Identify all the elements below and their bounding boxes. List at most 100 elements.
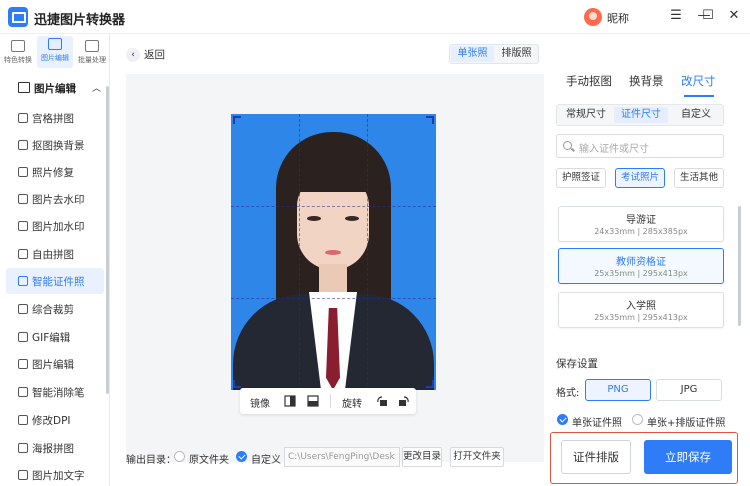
id-photo-preview[interactable] [231,114,436,390]
rotate-label: 旋转 [342,399,362,410]
guide-line [231,298,436,299]
size-type-tabs: 常规尺寸 证件尺寸 自定义 [556,104,724,126]
size-card-enrollment[interactable]: 入学照 25x35mm | 295x413px [558,292,724,328]
crop-handle-icon[interactable] [233,116,241,124]
sidebar-item-image-edit[interactable]: 图片编辑 [6,351,104,377]
right-panel: 手动抠图 换背景 改尺寸 常规尺寸 证件尺寸 自定义 输入证件或尺寸 护照签证 … [548,34,750,486]
sidebar-item-crop[interactable]: 综合裁剪 [6,296,104,322]
tab-image-edit[interactable]: 图片编辑 [37,36,73,68]
app-title: 迅捷图片转换器 [34,13,126,28]
tab-id-size[interactable]: 证件尺寸 [614,107,668,123]
cutout-icon [18,140,28,150]
eraser-icon [18,387,28,397]
nickname[interactable]: 昵称 [607,10,629,26]
tab-resize[interactable]: 改尺寸 [681,73,716,89]
sidebar-item-grid-collage[interactable]: 宫格拼图 [6,105,104,131]
sidebar-item-poster[interactable]: 海报拼图 [6,435,104,461]
size-card-tour-guide[interactable]: 导游证 24x33mm | 285x385px [558,206,724,242]
dpi-icon [18,415,28,425]
sidebar-item-cutout[interactable]: 抠图换背景 [6,132,104,158]
rotate-right-icon[interactable] [398,395,410,407]
chip-passport-visa[interactable]: 护照签证 [556,168,606,188]
mirror-horizontal-icon[interactable] [284,395,296,407]
output-directory-row: 输出目录： 原文件夹 自定义 C:\Users\FengPing\Desk 更改… [126,446,544,468]
gif-icon [18,332,28,342]
guide-line [299,114,300,390]
format-png-button[interactable]: PNG [585,379,651,401]
crop-handle-icon[interactable] [426,380,434,388]
change-directory-button[interactable]: 更改目录 [402,447,442,467]
custom-folder-label: 自定义 [251,455,281,466]
collage-icon [18,249,28,259]
sidebar-item-free-collage[interactable]: 自由拼图 [6,241,104,267]
sidebar-item-remove-watermark[interactable]: 图片去水印 [6,186,104,212]
grid-icon [18,113,28,123]
format-label: 格式: [556,388,580,399]
repair-icon [18,167,28,177]
sidebar-item-add-text[interactable]: 图片加文字 [6,462,104,486]
radio-single-plus-layout[interactable] [632,414,643,425]
tab-layout-photo[interactable]: 排版照 [495,46,538,62]
radio-single-photo[interactable] [557,414,568,425]
tab-common-size[interactable]: 常规尺寸 [559,107,613,123]
main-area: ‹ 返回 单张照 排版照 镜像 旋转 输出目录： 原文件夹 自定义 C:\Use… [110,34,548,486]
photo-toolbar: 镜像 旋转 [240,388,416,414]
tab-batch[interactable]: 批量处理 [74,38,110,65]
section-image-edit[interactable]: 图片编辑 ︿ [0,76,110,100]
save-now-button[interactable]: 立即保存 [644,440,732,474]
size-search-input[interactable]: 输入证件或尺寸 [556,134,724,158]
tab-special-convert[interactable]: 特色转换 [0,38,36,65]
maximize-icon[interactable]: ☐ [700,8,716,24]
guide-line [231,206,436,207]
chevron-left-icon: ‹ [126,47,140,62]
sidebar-scrollbar[interactable] [106,86,109,394]
original-folder-label: 原文件夹 [189,455,229,466]
chip-exam-photo[interactable]: 考试照片 [615,168,665,188]
image-edit-section-icon [18,82,30,93]
sidebar-item-eraser[interactable]: 智能消除笔 [6,379,104,405]
mirror-label: 镜像 [250,399,270,410]
right-tabs: 手动抠图 换背景 改尺寸 [548,70,750,97]
tab-manual-cutout[interactable]: 手动抠图 [566,73,612,89]
title-bar: 迅捷图片转换器 昵称 ☰ — ☐ ✕ [0,0,750,34]
tab-change-background[interactable]: 换背景 [629,73,664,89]
chevron-up-icon: ︿ [92,84,102,94]
text-icon [18,470,28,480]
rotate-left-icon[interactable] [376,395,388,407]
add-watermark-icon [18,221,28,231]
close-icon[interactable]: ✕ [726,8,742,24]
id-photo-icon [18,276,28,286]
remove-watermark-icon [18,194,28,204]
output-label: 输出目录： [126,455,176,466]
avatar[interactable] [584,8,602,26]
output-path-field[interactable]: C:\Users\FengPing\Desk [284,447,400,467]
id-layout-button[interactable]: 证件排版 [561,440,631,474]
convert-icon [11,40,25,52]
crop-handle-icon[interactable] [233,380,241,388]
menu-icon[interactable]: ☰ [668,8,684,24]
mode-switch: 单张照 排版照 [449,44,539,64]
save-settings-title: 保存设置 [556,358,598,370]
active-tab-indicator [684,95,714,97]
sidebar-item-photo-repair[interactable]: 照片修复 [6,159,104,185]
sidebar-item-id-photo[interactable]: 智能证件照 [6,268,104,294]
poster-icon [18,443,28,453]
tab-single-photo[interactable]: 单张照 [451,46,494,62]
sidebar-item-gif-edit[interactable]: GIF编辑 [6,324,104,350]
format-jpg-button[interactable]: JPG [656,379,722,401]
radio-original-folder[interactable] [174,451,185,462]
open-folder-button[interactable]: 打开文件夹 [450,447,504,467]
size-list-scrollbar[interactable] [738,206,741,326]
mirror-vertical-icon[interactable] [307,395,319,407]
tab-custom-size[interactable]: 自定义 [669,107,723,123]
crop-handle-icon[interactable] [426,116,434,124]
chip-life-other[interactable]: 生活其他 [674,168,724,188]
crop-icon [18,304,28,314]
back-button[interactable]: ‹ 返回 [126,47,165,62]
size-card-teacher[interactable]: 教师资格证 25x35mm | 295x413px [558,248,724,284]
single-photo-label: 单张证件照 [572,418,622,429]
radio-custom-folder[interactable] [236,451,247,462]
sidebar-item-add-watermark[interactable]: 图片加水印 [6,213,104,239]
sidebar-item-dpi[interactable]: 修改DPI [6,407,104,433]
sidebar: 特色转换 图片编辑 批量处理 图片编辑 ︿ 宫格拼图 抠图换背景 照片修复 图片… [0,34,110,486]
